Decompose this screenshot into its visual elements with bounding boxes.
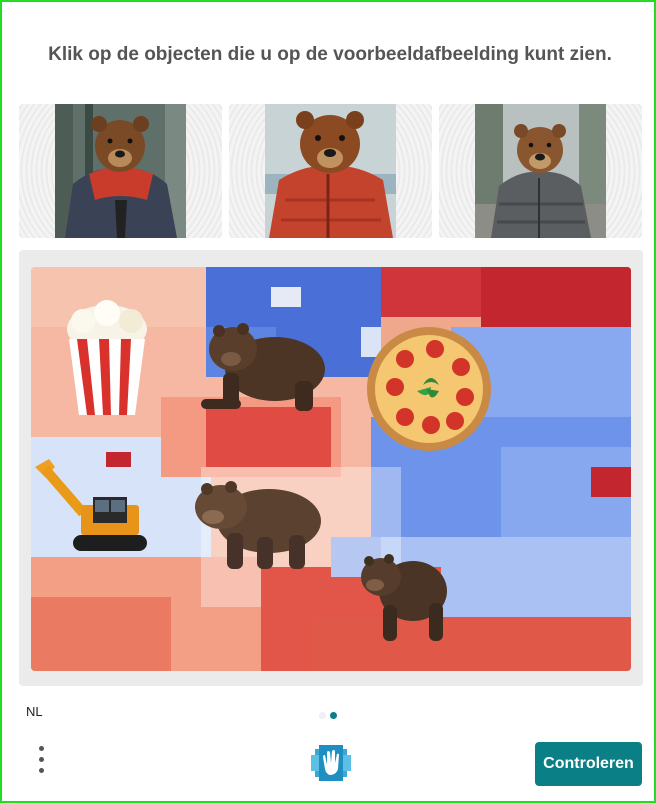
example-image-1 — [19, 104, 222, 238]
instruction-text: Klik op de objecten die u op de voorbeel… — [48, 44, 612, 65]
page-dot-2 — [330, 712, 337, 719]
check-button[interactable]: Controleren — [535, 742, 642, 786]
hand-logo-icon[interactable] — [309, 741, 353, 785]
captcha-frame: Klik op de objecten die u op de voorbeel… — [0, 0, 656, 803]
canvas-item-excavator[interactable] — [31, 455, 147, 555]
canvas-item-bear-1[interactable] — [195, 311, 329, 415]
page-indicator — [319, 706, 341, 724]
example-image-3 — [439, 104, 642, 238]
example-images — [19, 104, 643, 238]
challenge-canvas-container — [19, 250, 643, 686]
canvas-item-bear-3[interactable] — [355, 547, 451, 643]
challenge-canvas[interactable] — [31, 267, 631, 671]
more-vertical-icon[interactable] — [35, 746, 47, 778]
canvas-item-pizza[interactable] — [365, 325, 493, 453]
canvas-item-popcorn[interactable] — [63, 299, 151, 417]
canvas-item-bear-2[interactable] — [187, 473, 323, 571]
bear-red-jacket-image — [55, 104, 186, 238]
language-selector[interactable]: NL — [26, 704, 43, 719]
page-dot-1 — [319, 712, 326, 719]
example-image-2 — [229, 104, 432, 238]
bear-grey-jacket-image — [475, 104, 606, 238]
bear-orange-jacket-image — [265, 104, 396, 238]
